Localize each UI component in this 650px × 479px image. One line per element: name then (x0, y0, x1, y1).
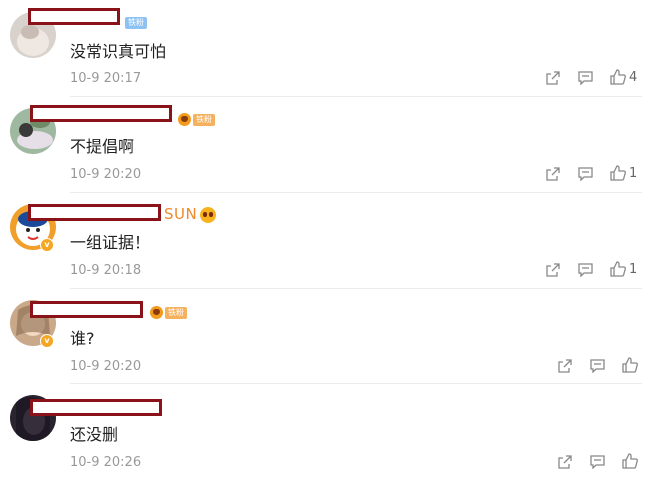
like-button[interactable] (622, 453, 641, 469)
fan-badge: 铁粉 (150, 306, 187, 319)
comment-timestamp: 10-9 20:20 (70, 359, 142, 374)
comment-text: 一组证据！ (70, 233, 151, 252)
username-redacted[interactable] (30, 301, 143, 318)
thumbs-up-icon (610, 69, 626, 85)
reply-icon[interactable] (590, 455, 605, 469)
share-icon[interactable] (558, 359, 572, 373)
comment-text: 谁? (70, 329, 95, 348)
like-count: 1 (629, 165, 638, 181)
comment-item: 铁粉 不提倡啊 10-9 20:20 1 (0, 96, 650, 192)
fan-badge: 铁粉 (178, 113, 215, 126)
share-icon[interactable] (546, 263, 560, 277)
comment-item: 还没删 10-9 20:26 (0, 383, 650, 479)
comment-text: 没常识真可怕 (70, 42, 167, 61)
emoji-icon (200, 207, 216, 223)
username-redacted[interactable] (30, 105, 172, 122)
share-icon[interactable] (546, 167, 560, 181)
heart-icon (178, 113, 191, 126)
like-button[interactable]: 4 (610, 69, 637, 85)
thumbs-up-icon (610, 165, 626, 181)
comment-timestamp: 10-9 20:20 (70, 167, 142, 182)
fan-badge: 铁粉 (125, 17, 147, 29)
like-count: 4 (629, 69, 638, 85)
username-redacted[interactable] (30, 399, 162, 416)
username-redacted[interactable] (28, 204, 161, 221)
thumbs-up-icon (622, 357, 638, 373)
like-button[interactable]: 1 (610, 165, 637, 181)
reply-icon[interactable] (590, 359, 605, 373)
verified-badge: v (40, 334, 54, 348)
like-button[interactable]: 1 (610, 261, 637, 277)
comment-item: v SUN 一组证据！ 10-9 20:18 1 (0, 192, 650, 288)
comment-timestamp: 10-9 20:17 (70, 71, 142, 86)
username-redacted[interactable] (28, 8, 120, 25)
like-count: 1 (629, 261, 638, 277)
share-icon[interactable] (546, 71, 560, 85)
verified-badge: v (40, 238, 54, 252)
comment-text: 还没删 (70, 425, 119, 444)
reply-icon[interactable] (578, 263, 593, 277)
like-button[interactable] (622, 357, 641, 373)
comment-item: v 铁粉 谁? 10-9 20:20 (0, 288, 650, 383)
reply-icon[interactable] (578, 167, 593, 181)
share-icon[interactable] (558, 455, 572, 469)
thumbs-up-icon (610, 261, 626, 277)
fan-badge-label: 铁粉 (193, 113, 215, 126)
heart-icon (150, 306, 163, 319)
fan-badge-label: 铁粉 (165, 306, 187, 319)
reply-icon[interactable] (578, 71, 593, 85)
comment-item: 铁粉 没常识真可怕 10-9 20:17 4 (0, 0, 650, 96)
username-suffix[interactable]: SUN (164, 205, 197, 223)
comment-timestamp: 10-9 20:26 (70, 455, 142, 470)
comment-timestamp: 10-9 20:18 (70, 263, 142, 278)
comment-text: 不提倡啊 (70, 137, 135, 156)
thumbs-up-icon (622, 453, 638, 469)
